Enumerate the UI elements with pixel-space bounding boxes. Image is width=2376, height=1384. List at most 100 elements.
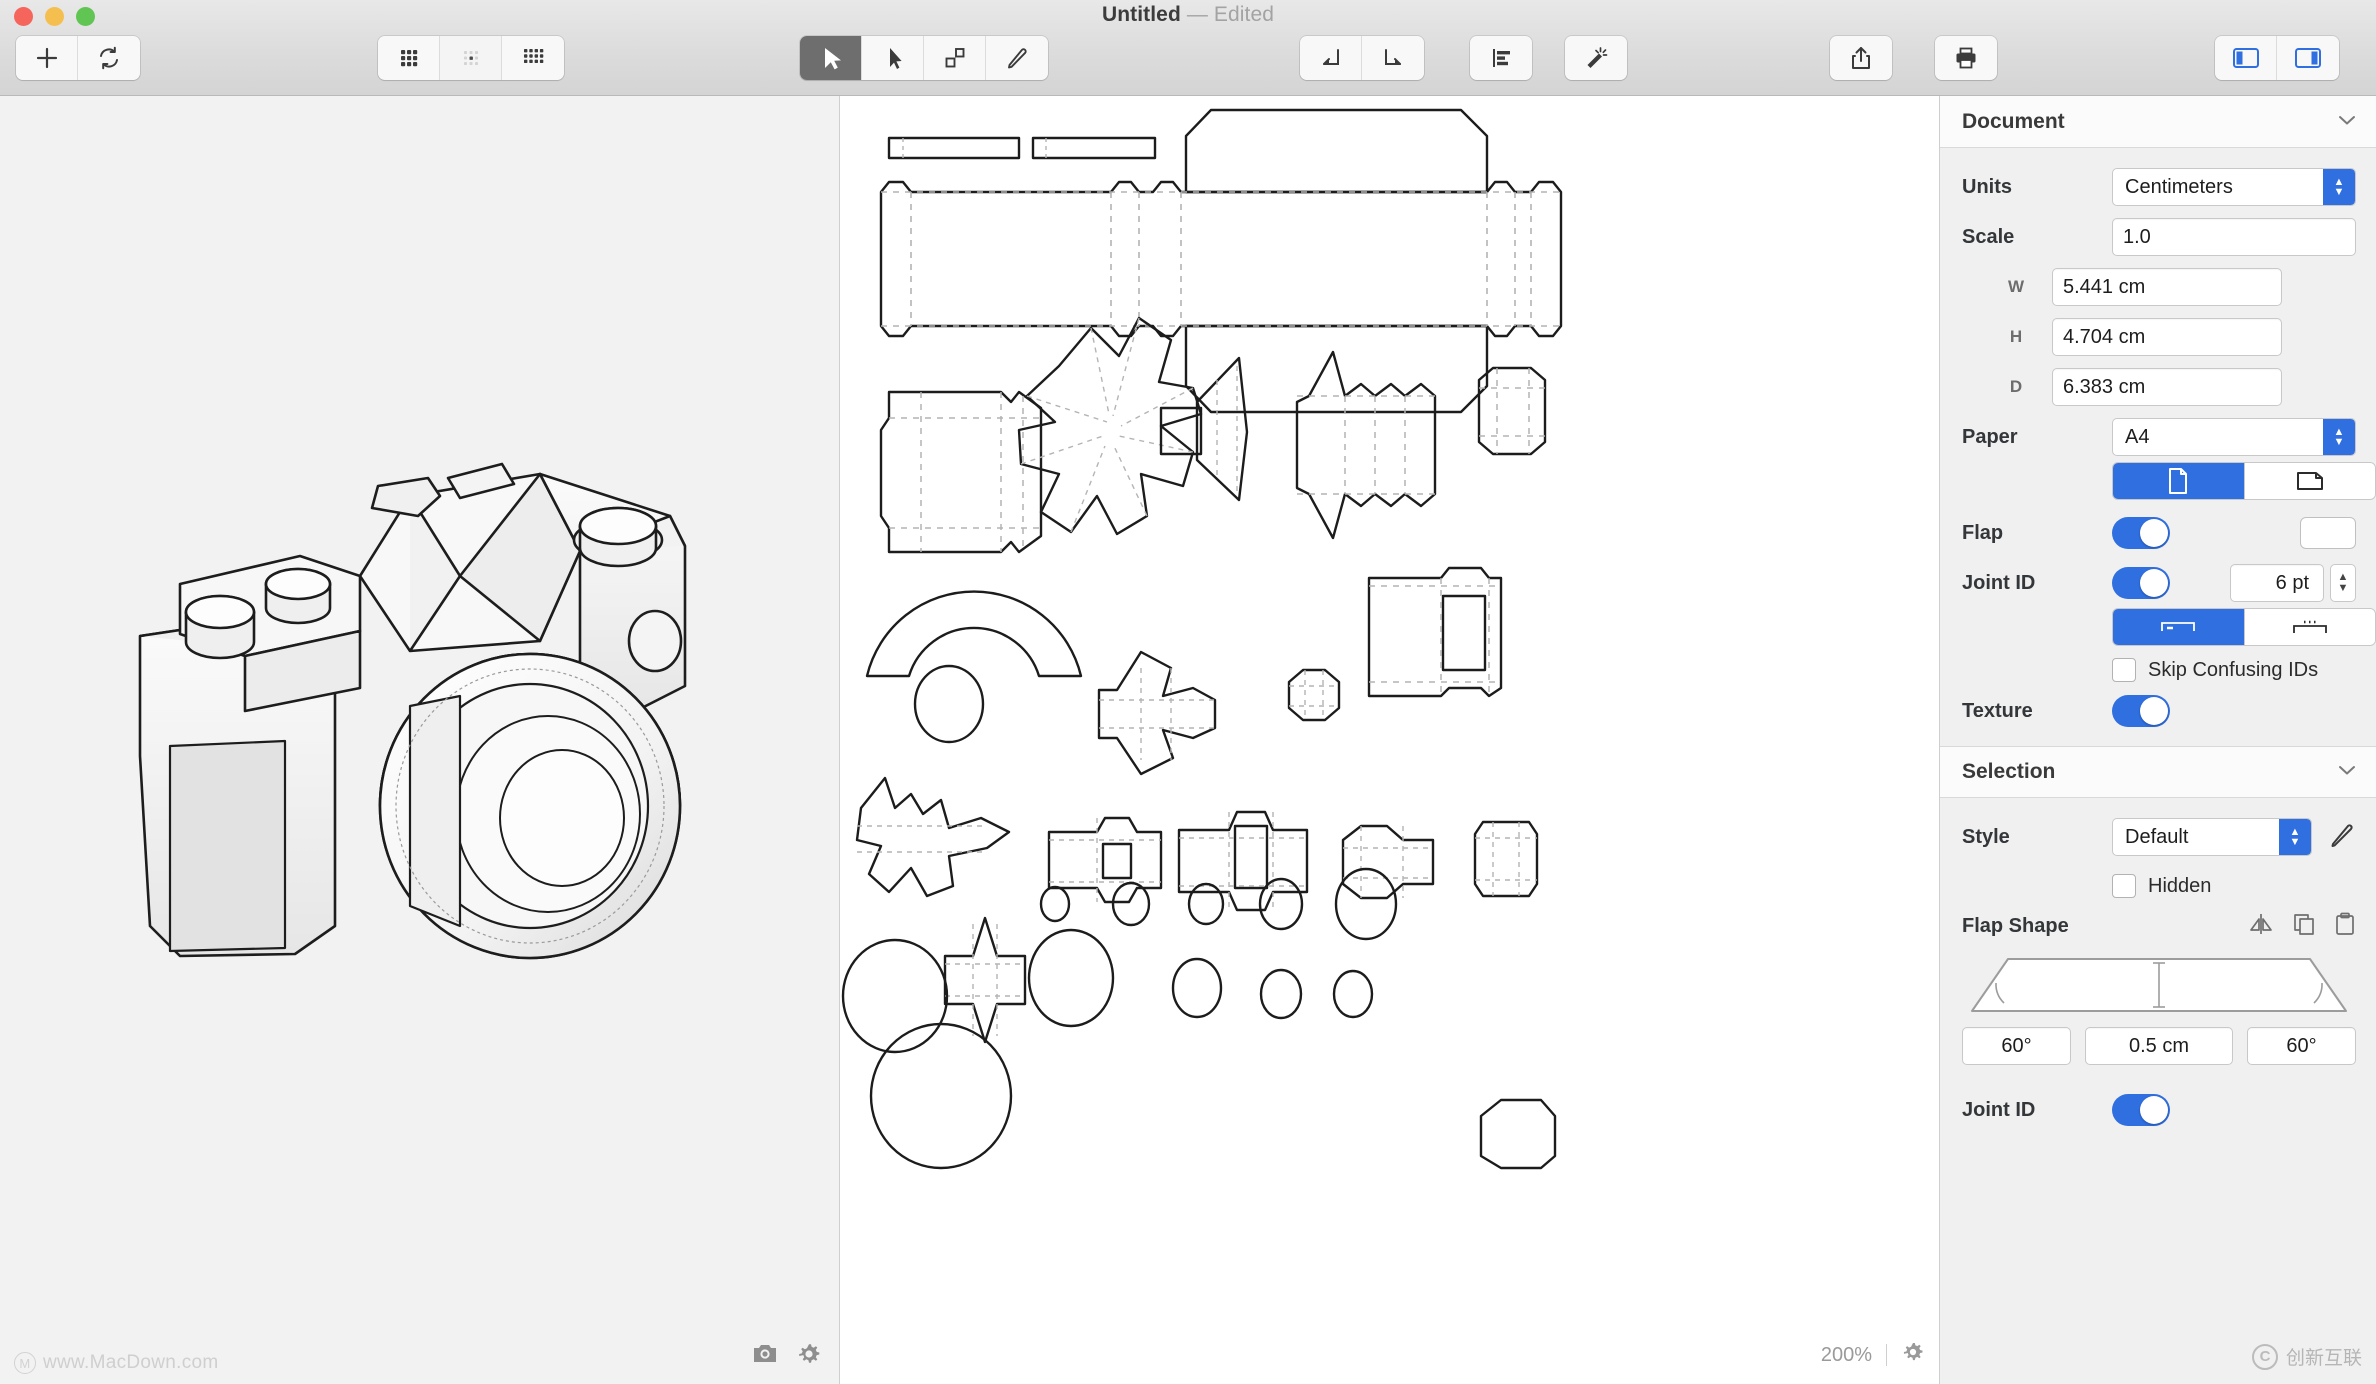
paper-value: A4: [2125, 425, 2150, 448]
style-select[interactable]: Default ▲ ▼: [2112, 818, 2312, 856]
hidden-label: Hidden: [2148, 874, 2212, 897]
fold-right-button[interactable]: [1362, 36, 1424, 80]
skip-confusing-ids-checkbox[interactable]: [2112, 658, 2136, 682]
units-select[interactable]: Centimeters ▲ ▼: [2112, 168, 2356, 206]
unfold-canvas[interactable]: 200%: [841, 96, 1939, 1384]
refresh-icon: [100, 46, 118, 70]
magic-wand-icon: [1587, 47, 1608, 68]
paper-row: Paper A4 ▲ ▼: [1962, 412, 2356, 462]
toolbar-group-share: [1830, 36, 1892, 80]
macdown-watermark: M www.MacDown.com: [14, 1352, 219, 1374]
paper-label: Paper: [1962, 425, 2018, 448]
paper-orientation-segmented[interactable]: [2112, 462, 2376, 500]
joint-id-toggle[interactable]: [2112, 567, 2170, 599]
selection-section-header[interactable]: Selection: [1940, 746, 2376, 798]
model-pane[interactable]: M www.MacDown.com: [0, 96, 840, 1384]
flap-shape-preview[interactable]: [1962, 951, 2356, 1017]
direct-select-tool-button[interactable]: [862, 36, 924, 80]
shapes-tool-button[interactable]: [924, 36, 986, 80]
edited-state: Edited: [1213, 3, 1275, 26]
model-pane-footer: M www.MacDown.com: [0, 1336, 839, 1384]
paste-icon[interactable]: [2334, 912, 2356, 941]
joint-style-segmented[interactable]: [2112, 608, 2376, 646]
print-button[interactable]: [1935, 36, 1997, 80]
skip-confusing-ids-row[interactable]: Skip Confusing IDs: [2112, 658, 2356, 682]
scale-label: Scale: [1962, 225, 2015, 248]
refresh-button[interactable]: [78, 36, 140, 80]
flap-depth-input[interactable]: 0.5 cm: [2084, 1027, 2234, 1065]
toggle-left-pane-button[interactable]: [2215, 36, 2277, 80]
texture-toggle[interactable]: [2112, 695, 2170, 727]
add-button[interactable]: [16, 36, 78, 80]
joint-outside-button[interactable]: [2244, 609, 2375, 645]
page-landscape-icon: [2296, 472, 2323, 490]
watermark-logo-icon: M: [14, 1352, 36, 1374]
copy-icon[interactable]: [2292, 912, 2316, 941]
flap-angle-right-input[interactable]: 60°: [2247, 1027, 2356, 1065]
hidden-checkbox[interactable]: [2112, 874, 2136, 898]
watermark-text: www.MacDown.com: [43, 1352, 219, 1373]
flap-row: Flap: [1962, 508, 2356, 558]
width-value: 5.441 cm: [2063, 275, 2146, 298]
skip-confusing-ids-label: Skip Confusing IDs: [2148, 658, 2319, 681]
units-stepper-icon[interactable]: ▲ ▼: [2323, 169, 2355, 205]
fold-right-icon: [1385, 49, 1401, 65]
joint-id-size-input[interactable]: 6 pt: [2230, 564, 2324, 602]
select-tool-button[interactable]: [800, 36, 862, 80]
pencil-icon[interactable]: [2328, 821, 2356, 854]
erase-tool-button[interactable]: [986, 36, 1048, 80]
hidden-row[interactable]: Hidden: [2112, 874, 2356, 898]
gear-icon[interactable]: [796, 1341, 822, 1372]
model-pane-actions: [752, 1341, 822, 1372]
canvas-gear-icon[interactable]: [1901, 1340, 1925, 1370]
zoom-divider: [1886, 1344, 1887, 1366]
scale-input[interactable]: 1.0: [2112, 218, 2356, 256]
width-input[interactable]: 5.441 cm: [2052, 268, 2282, 306]
depth-row: D 6.383 cm: [1962, 362, 2356, 412]
inspector-pane[interactable]: Document Units Centimeters ▲▼ Scale 1.0: [1939, 96, 2376, 1384]
magic-button[interactable]: [1565, 36, 1627, 80]
share-icon: [1852, 47, 1870, 69]
depth-label: D: [2009, 377, 2023, 396]
depth-input[interactable]: 6.383 cm: [2052, 368, 2282, 406]
chevron-down-icon[interactable]: [2338, 113, 2356, 131]
app-window: Untitled — Edited M www.MacDown.com 200%…: [0, 0, 2376, 1384]
paper-stepper-icon[interactable]: ▲ ▼: [2323, 419, 2355, 455]
align-button[interactable]: [1470, 36, 1532, 80]
flap-angle-left-input[interactable]: 60°: [1962, 1027, 2071, 1065]
camera-icon[interactable]: [752, 1341, 778, 1372]
toolbar-group-panes: [2215, 36, 2339, 80]
selection-joint-id-toggle[interactable]: [2112, 1094, 2170, 1126]
camera-3d-model[interactable]: [110, 456, 730, 996]
print-icon: [1956, 47, 1976, 69]
orientation-portrait-button[interactable]: [2113, 463, 2245, 499]
toolbar-group-tools: [800, 36, 1048, 80]
grid-coarse-button[interactable]: [378, 36, 440, 80]
height-input[interactable]: 4.704 cm: [2052, 318, 2282, 356]
style-stepper-icon[interactable]: ▲ ▼: [2279, 819, 2311, 855]
fold-left-button[interactable]: [1300, 36, 1362, 80]
chevron-down-icon-selection[interactable]: [2338, 763, 2356, 781]
paper-select[interactable]: A4 ▲ ▼: [2112, 418, 2356, 456]
share-button[interactable]: [1830, 36, 1892, 80]
mirror-icon[interactable]: [2248, 912, 2274, 941]
joint-outside-icon: [2292, 620, 2327, 633]
grid-fine-button[interactable]: [440, 36, 502, 80]
flap-toggle[interactable]: [2112, 517, 2170, 549]
joint-id-size-value: 6 pt: [2275, 571, 2309, 594]
orientation-landscape-button[interactable]: [2244, 463, 2375, 499]
scale-value: 1.0: [2123, 225, 2151, 248]
zoom-level[interactable]: 200%: [1821, 1344, 1872, 1367]
toggle-right-pane-icon: [2295, 48, 2321, 68]
document-section-header[interactable]: Document: [1940, 96, 2376, 148]
papercraft-unfold-sheet[interactable]: [841, 96, 1939, 1384]
toggle-right-pane-button[interactable]: [2277, 36, 2339, 80]
units-label: Units: [1962, 175, 2012, 198]
joint-id-size-stepper[interactable]: ▲ ▼: [2330, 564, 2356, 602]
height-value: 4.704 cm: [2063, 325, 2146, 348]
flap-angle-left-value: 60°: [2001, 1034, 2032, 1057]
grid-dense-button[interactable]: [502, 36, 564, 80]
width-label: W: [2007, 277, 2025, 296]
flap-color-swatch[interactable]: [2300, 517, 2356, 549]
joint-inside-button[interactable]: [2113, 609, 2245, 645]
